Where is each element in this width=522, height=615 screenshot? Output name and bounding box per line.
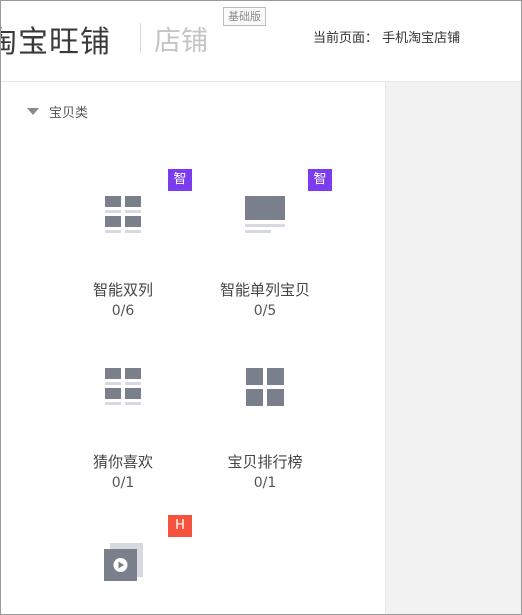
grid-icon xyxy=(246,368,284,406)
widget-count: 0/6 xyxy=(111,303,135,319)
widget-count: 0/1 xyxy=(253,475,277,491)
brand-title: 淘宝旺铺 xyxy=(1,25,111,60)
widget-smart-double-column[interactable]: 智 智能双列 0/6 xyxy=(53,169,193,323)
widget-guess-you-like[interactable]: 猜你喜欢 0/1 xyxy=(53,365,193,495)
video-icon xyxy=(104,543,143,581)
double-column-icon xyxy=(105,368,141,405)
widget-panel xyxy=(1,82,386,614)
caret-down-icon xyxy=(27,107,39,115)
widget-name: 智能单列宝贝 xyxy=(219,281,310,299)
widget-name: 宝贝排行榜 xyxy=(227,453,303,471)
current-page-label: 当前页面： 手机淘宝店铺 xyxy=(313,31,461,46)
category-toggle[interactable]: 宝贝类 xyxy=(27,101,88,121)
hot-badge: H xyxy=(168,515,192,537)
edition-badge: 基础版 xyxy=(223,7,266,26)
top-header: 淘宝旺铺 店铺 基础版 当前页面： 手机淘宝店铺 xyxy=(1,1,521,82)
category-label: 宝贝类 xyxy=(49,105,89,121)
smart-badge: 智 xyxy=(308,169,332,191)
app-window: 淘宝旺铺 店铺 基础版 当前页面： 手机淘宝店铺 宝贝类 智 智能双列 0/6 xyxy=(0,0,522,615)
widget-video[interactable]: H xyxy=(53,515,193,601)
single-column-icon xyxy=(245,196,285,233)
widget-name: 猜你喜欢 xyxy=(92,453,153,471)
preview-area xyxy=(386,82,521,614)
widget-smart-single-column[interactable]: 智 智能单列宝贝 0/5 xyxy=(195,169,335,323)
brand-divider xyxy=(140,23,141,53)
double-column-icon xyxy=(105,196,141,233)
widget-item-ranking[interactable]: 宝贝排行榜 0/1 xyxy=(195,365,335,495)
smart-badge: 智 xyxy=(168,169,192,191)
widget-count: 0/1 xyxy=(111,475,135,491)
widget-name: 智能双列 xyxy=(92,281,153,299)
store-label: 店铺 xyxy=(154,26,208,57)
widget-count: 0/5 xyxy=(253,303,277,319)
